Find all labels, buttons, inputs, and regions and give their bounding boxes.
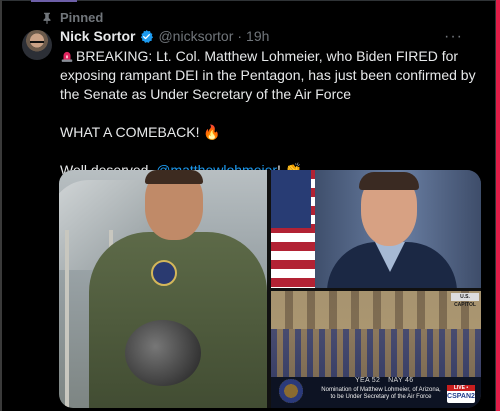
broadcast-caption: Nomination of Matthew Lohmeier, of Arizo… xyxy=(321,387,441,400)
post-text: BREAKING: Lt. Col. Matthew Lohmeier, who… xyxy=(60,47,476,180)
media-photo-senate-floor[interactable]: U.S. CAPITOL YEA 52 NAY 46 Nomination of… xyxy=(271,291,481,408)
portrait-hair-shape xyxy=(359,172,419,190)
flag-canton-shape xyxy=(271,170,311,228)
chamber-floor-shape xyxy=(271,329,481,379)
vote-tally: YEA 52 NAY 46 xyxy=(355,377,413,384)
author-handle[interactable]: @nicksortor xyxy=(158,28,233,44)
capitol-tag: U.S. CAPITOL xyxy=(451,293,479,308)
pin-icon xyxy=(43,12,51,24)
verified-badge-icon[interactable] xyxy=(139,29,154,44)
media-grid: U.S. CAPITOL YEA 52 NAY 46 Nomination of… xyxy=(59,170,481,408)
window-right-accent xyxy=(496,0,500,411)
yea-count: YEA 52 xyxy=(355,377,381,384)
avatar-glasses xyxy=(30,41,44,46)
siren-emoji-icon xyxy=(61,51,73,62)
chamber-wall-shape xyxy=(271,291,481,329)
pilot-hair-shape xyxy=(145,170,203,184)
window-left-border xyxy=(0,0,2,411)
separator-dot: · xyxy=(237,28,243,44)
senate-seal-icon xyxy=(279,379,303,403)
post-line-1: BREAKING: Lt. Col. Matthew Lohmeier, who… xyxy=(60,47,476,104)
media-photo-pilot[interactable] xyxy=(59,170,267,408)
cspan-logo: LIVE • SENATE CSPAN2 xyxy=(447,385,475,403)
squadron-patch-shape xyxy=(151,260,177,286)
helmet-shape xyxy=(125,320,201,386)
more-options-icon[interactable]: ··· xyxy=(444,28,463,46)
post-header: Nick Sortor @nicksortor · 19h xyxy=(60,28,269,44)
pinned-indicator: Pinned xyxy=(40,10,103,25)
breaking-text: BREAKING: Lt. Col. Matthew Lohmeier, who… xyxy=(60,48,476,102)
author-avatar[interactable] xyxy=(22,30,52,60)
post-timestamp[interactable]: 19h xyxy=(246,28,269,44)
author-name[interactable]: Nick Sortor xyxy=(60,28,135,44)
post-line-2: WHAT A COMEBACK! 🔥 xyxy=(60,124,221,140)
media-photo-portrait[interactable] xyxy=(271,170,481,288)
post-spacer xyxy=(60,142,476,161)
active-tab-indicator xyxy=(31,0,77,2)
post-spacer xyxy=(60,104,476,123)
network-label: CSPAN2 xyxy=(447,393,475,400)
nay-count: NAY 46 xyxy=(388,377,414,384)
pinned-label: Pinned xyxy=(60,10,104,25)
